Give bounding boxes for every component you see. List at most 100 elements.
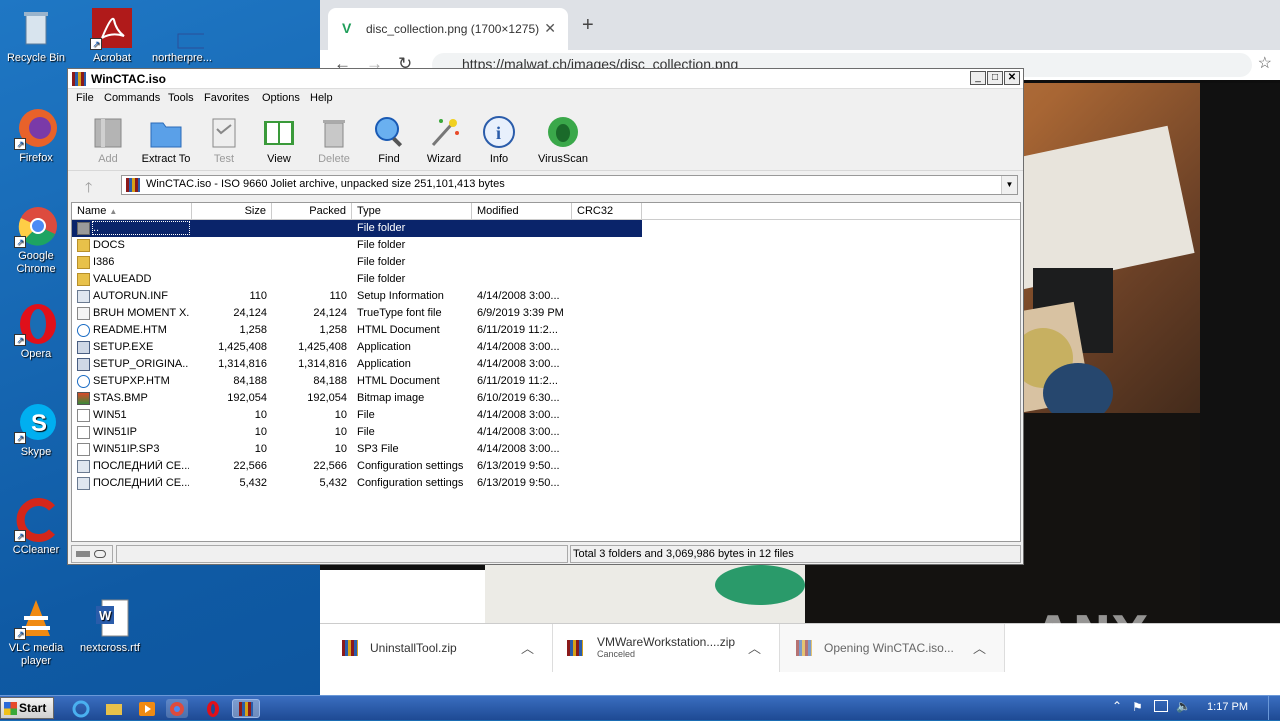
start-button[interactable]: Start: [0, 697, 54, 719]
table-row[interactable]: SETUPXP.HTM 84,188 84,188 HTML Document 6/11…: [72, 373, 642, 390]
download-status: Canceled: [597, 649, 636, 659]
info-button[interactable]: i Info: [469, 111, 529, 165]
ie-taskbar-icon[interactable]: [70, 699, 92, 718]
new-tab-icon[interactable]: +: [582, 14, 594, 37]
path-bar: 🡑 WinCTAC.iso - ISO 9660 Joliet archive,…: [68, 172, 1025, 198]
column-header-size[interactable]: Size: [192, 203, 272, 220]
media-player-taskbar-icon[interactable]: [136, 699, 158, 718]
test-button[interactable]: Test: [194, 111, 254, 165]
view-button[interactable]: View: [249, 111, 309, 165]
cell-size: 84,188: [233, 375, 267, 387]
menu-help[interactable]: Help: [310, 92, 333, 104]
table-row[interactable]: AUTORUN.INF 110 110 Setup Information 4/14/2…: [72, 288, 642, 305]
find-button[interactable]: Find: [359, 111, 419, 165]
table-row[interactable]: WIN51IP 10 10 File 4/14/2008 3:00...: [72, 424, 642, 441]
desktop-icon-chrome[interactable]: ↗ Google Chrome: [0, 204, 72, 276]
path-combo[interactable]: WinCTAC.iso - ISO 9660 Joliet archive, u…: [121, 175, 1018, 195]
download-item[interactable]: UninstallTool.zip ︿: [320, 624, 553, 672]
chevron-up-icon[interactable]: ︿: [748, 638, 761, 657]
menu-options[interactable]: Options: [262, 92, 300, 104]
cell-packed: 22,566: [313, 460, 347, 472]
table-row[interactable]: README.HTM 1,258 1,258 HTML Document 6/11/20…: [72, 322, 642, 339]
cell-packed: 110: [329, 290, 347, 302]
column-header-name[interactable]: Name ▲: [72, 203, 192, 220]
table-row[interactable]: ПОСЛЕДНИЙ СЕ... 22,566 22,566 Configuration…: [72, 458, 642, 475]
menu-file[interactable]: File: [76, 92, 94, 104]
cell-name: README.HTM: [93, 324, 167, 336]
desktop-icon-northerpre[interactable]: northerpre...: [146, 6, 223, 65]
table-row[interactable]: SETUP_ORIGINA... 1,314,816 1,314,816 Applic…: [72, 356, 642, 373]
file-type-icon: [77, 256, 90, 269]
chevron-up-icon[interactable]: ︿: [973, 638, 986, 657]
table-row[interactable]: DOCS File folder: [72, 237, 642, 254]
winrar-taskbar-icon[interactable]: [232, 699, 260, 718]
show-desktop-button[interactable]: [1268, 696, 1280, 720]
table-row[interactable]: .. File folder: [72, 220, 642, 237]
clock[interactable]: 1:17 PM: [1207, 701, 1248, 713]
browser-tab[interactable]: V disc_collection.png (1700×1275) ✕: [328, 8, 568, 50]
table-row[interactable]: STAS.BMP 192,054 192,054 Bitmap image 6/10/2…: [72, 390, 642, 407]
title-bar[interactable]: WinCTAC.iso _ □ ✕: [68, 69, 1023, 89]
table-row[interactable]: I386 File folder: [72, 254, 642, 271]
desktop-icon-firefox[interactable]: ↗ Firefox: [0, 106, 72, 165]
desktop-icon-acrobat[interactable]: ↗ Acrobat: [76, 6, 148, 65]
column-headers: Name ▲ Size Packed Type Modified CRC32: [72, 203, 1020, 220]
desktop-icon-nextcross[interactable]: W nextcross.rtf: [74, 596, 146, 655]
table-row[interactable]: BRUH MOMENT X... 24,124 24,124 TrueType fon…: [72, 305, 642, 322]
table-row[interactable]: WIN51IP.SP3 10 10 SP3 File 4/14/2008 3:00...: [72, 441, 642, 458]
tab-title: disc_collection.png (1700×1275): [366, 22, 540, 36]
network-icon[interactable]: [1154, 700, 1168, 712]
download-item[interactable]: VMWareWorkstation....zip Canceled ︿: [553, 624, 780, 672]
tool-label: Wizard: [426, 153, 462, 165]
svg-text:i: i: [496, 123, 501, 143]
column-header-crc32[interactable]: CRC32: [572, 203, 642, 220]
maximize-button[interactable]: □: [987, 71, 1003, 85]
wizard-button[interactable]: Wizard: [414, 111, 474, 165]
bookmark-star-icon[interactable]: ☆: [1258, 53, 1272, 73]
flag-icon[interactable]: ⚑: [1132, 700, 1143, 714]
cell-type: TrueType font file: [357, 307, 442, 319]
menu-commands[interactable]: Commands: [104, 92, 160, 104]
dropdown-arrow-icon[interactable]: ▼: [1001, 176, 1017, 194]
menu-tools[interactable]: Tools: [168, 92, 194, 104]
cell-name: WIN51: [93, 409, 127, 421]
chrome-taskbar-icon[interactable]: [166, 699, 188, 718]
menu-favorites[interactable]: Favorites: [204, 92, 249, 104]
opera-taskbar-icon[interactable]: [202, 699, 224, 718]
file-list: Name ▲ Size Packed Type Modified CRC32 .…: [71, 202, 1021, 542]
delete-button[interactable]: Delete: [304, 111, 364, 165]
close-button[interactable]: ✕: [1004, 71, 1020, 85]
column-header-type[interactable]: Type: [352, 203, 472, 220]
table-row[interactable]: VALUEADD File folder: [72, 271, 642, 288]
drive-status-icon[interactable]: [71, 545, 113, 563]
chevron-up-icon[interactable]: ︿: [521, 638, 534, 657]
virusscan-button[interactable]: VirusScan: [533, 111, 593, 165]
column-header-packed[interactable]: Packed: [272, 203, 352, 220]
desktop-icon-skype[interactable]: S ↗ Skype: [0, 400, 72, 459]
cell-name: SETUP_ORIGINA...: [93, 358, 189, 370]
cell-name: SETUPXP.HTM: [93, 375, 170, 387]
svg-text:W: W: [99, 608, 112, 623]
cell-name: I386: [93, 256, 115, 268]
desktop-icon-recycle-bin[interactable]: Recycle Bin: [0, 6, 72, 65]
volume-icon[interactable]: 🔈: [1176, 699, 1191, 713]
column-header-modified[interactable]: Modified: [472, 203, 572, 220]
add-button[interactable]: Add: [78, 111, 138, 165]
cell-packed: 5,432: [319, 477, 347, 489]
cell-packed: 10: [334, 409, 347, 421]
explorer-taskbar-icon[interactable]: [103, 699, 125, 718]
desktop-icon-opera[interactable]: ↗ Opera: [0, 302, 72, 361]
table-row[interactable]: WIN51 10 10 File 4/14/2008 3:00...: [72, 407, 642, 424]
desktop-icon-vlc[interactable]: ↗ VLC media player: [0, 596, 72, 668]
extract-to-button[interactable]: Extract To: [136, 111, 196, 165]
download-item[interactable]: Opening WinCTAC.iso... ︿: [780, 624, 1005, 672]
desktop-icon-ccleaner[interactable]: ↗ CCleaner: [0, 498, 72, 557]
table-row[interactable]: SETUP.EXE 1,425,408 1,425,408 Application 4/…: [72, 339, 642, 356]
file-type-icon: [77, 375, 90, 388]
close-tab-icon[interactable]: ✕: [544, 20, 556, 37]
table-row[interactable]: ПОСЛЕДНИЙ СЕ... 5,432 5,432 Configuration s…: [72, 475, 642, 492]
minimize-button[interactable]: _: [970, 71, 986, 85]
up-arrow-icon[interactable]: 🡑: [85, 177, 92, 201]
cell-modified: 6/11/2019 11:2...: [477, 324, 558, 336]
show-hidden-icons-icon[interactable]: ⌃: [1112, 699, 1122, 713]
